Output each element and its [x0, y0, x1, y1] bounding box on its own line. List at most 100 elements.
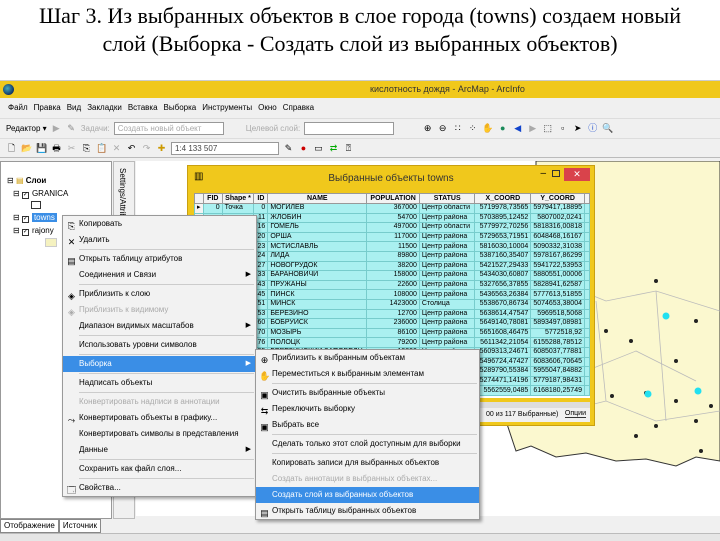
menu-item[interactable]: Выборка ▶	[63, 356, 256, 372]
full-extent-icon[interactable]: ●	[497, 123, 508, 134]
column-header[interactable]: Y_COORD	[530, 193, 585, 204]
column-header[interactable]: POPULATION	[366, 193, 420, 204]
menu-item[interactable]: 🗔 Свойства...	[63, 480, 256, 496]
sketch-tool-icon[interactable]: ✎	[66, 123, 77, 134]
options-button[interactable]: Опции	[564, 410, 586, 418]
zoom-out-icon[interactable]: ⊖	[437, 123, 448, 134]
menu-item[interactable]: Сделать только этот слой доступным для в…	[256, 436, 479, 452]
toc-layer-towns[interactable]: ⊟ ✓ towns	[13, 213, 57, 223]
menu-item[interactable]: ▤ Открыть таблицу выбранных объектов	[256, 503, 479, 519]
menu-separator	[79, 373, 254, 374]
menu-item[interactable]: ⎘ Копировать	[63, 216, 256, 232]
menu-item[interactable]: Надписать объекты	[63, 375, 256, 391]
column-header[interactable]: FID	[203, 193, 223, 204]
copy-icon[interactable]: ⎘	[81, 143, 92, 154]
menu-item[interactable]: Диапазон видимых масштабов ▶	[63, 318, 256, 334]
open-icon[interactable]: 📂	[21, 143, 32, 154]
tab-display[interactable]: Отображение	[0, 519, 59, 533]
menu-item[interactable]: ▣ Выбрать все	[256, 417, 479, 433]
menu-6[interactable]: Инструменты	[202, 101, 252, 115]
menu-item[interactable]: ◈ Приблизить к видимому	[63, 302, 256, 318]
column-header[interactable]: X_COORD	[474, 193, 532, 204]
select-elements-icon[interactable]: ➤	[572, 123, 583, 134]
toc-layer-rajony[interactable]: ⊟ ✓ rajony	[13, 226, 54, 236]
menu-item[interactable]: Конвертировать символы в представления	[63, 426, 256, 442]
menu-item[interactable]: Копировать записи для выбранных объектов	[256, 455, 479, 471]
menu-item[interactable]: Создать слой из выбранных объектов	[256, 487, 479, 503]
menu-3[interactable]: Закладки	[87, 101, 122, 115]
add-data-icon[interactable]: ✚	[156, 143, 167, 154]
menu-7[interactable]: Окно	[258, 101, 277, 115]
print-icon[interactable]: 🖶	[51, 143, 62, 154]
menu-item[interactable]: ◈ Приблизить к слою	[63, 286, 256, 302]
column-header[interactable]: ID	[253, 193, 269, 204]
layer-checkbox[interactable]: ✓	[21, 192, 29, 199]
menu-item[interactable]: ▣ Очистить выбранные объекты	[256, 385, 479, 401]
menu-item[interactable]: ✋ Переместиться к выбранным элементам	[256, 366, 479, 382]
layer-checkbox[interactable]: ✓	[21, 216, 29, 223]
menu-0[interactable]: Файл	[8, 101, 28, 115]
row-selector[interactable]: ▸	[194, 203, 205, 214]
table-cell: МОЗЫРЬ	[267, 327, 368, 339]
column-header[interactable]: NAME	[267, 193, 368, 204]
tab-source[interactable]: Источник	[58, 519, 102, 533]
menu-1[interactable]: Правка	[34, 101, 61, 115]
toc-root[interactable]: ⊟ ▤ Слои	[7, 176, 46, 185]
menu-item[interactable]: ⤳ Конвертировать объекты в графику...	[63, 410, 256, 426]
menu-item[interactable]: Использовать уровни символов	[63, 337, 256, 353]
identify-icon[interactable]: ⓘ	[587, 123, 598, 134]
model-builder-icon[interactable]: ⇄	[328, 143, 339, 154]
scale-dropdown[interactable]: 1:4 133 507	[171, 141, 279, 155]
back-icon[interactable]: ◀	[512, 123, 523, 134]
editor-menu-button[interactable]: Редактор ▾	[6, 124, 47, 133]
select-features-icon[interactable]: ⬚	[542, 123, 553, 134]
menu-item[interactable]: ⇆ Переключить выборку	[256, 401, 479, 417]
find-icon[interactable]: 🔍	[602, 123, 613, 134]
pan-icon[interactable]: ✋	[482, 123, 493, 134]
menu-item[interactable]: Сохранить как файл слоя...	[63, 461, 256, 477]
fixed-zoom-out-icon[interactable]: ⁘	[467, 123, 478, 134]
whats-this-icon[interactable]: ⍰	[343, 143, 354, 154]
table-row[interactable]: ▸ 0 Точка 0 МОГИЛЕВ 367000 Центр области 571997…	[194, 203, 590, 214]
minimize-button[interactable]: –	[540, 168, 546, 179]
menu-item[interactable]: Данные ▶	[63, 442, 256, 458]
table-cell: 5880551,00006	[530, 270, 585, 281]
menu-item[interactable]: ▤ Открыть таблицу атрибутов	[63, 251, 256, 267]
toc-layer-granica[interactable]: ⊟ ✓ GRANICA	[13, 189, 68, 199]
command-line-icon[interactable]: ▭	[313, 143, 324, 154]
clear-selected-icon[interactable]: ▫	[557, 123, 568, 134]
target-dropdown[interactable]	[304, 122, 395, 135]
task-dropdown[interactable]: Создать новый объект	[113, 122, 224, 135]
new-icon[interactable]: 🗋	[6, 143, 17, 154]
column-header[interactable]: STATUS	[418, 193, 476, 204]
menu-item[interactable]: Соединения и Связи ▶	[63, 267, 256, 283]
edit-tool-icon[interactable]: ▶	[51, 123, 62, 134]
fixed-zoom-in-icon[interactable]: ∷	[452, 123, 463, 134]
forward-icon[interactable]: ▶	[527, 123, 538, 134]
undo-icon[interactable]: ↶	[126, 143, 137, 154]
save-icon[interactable]: 💾	[36, 143, 47, 154]
menu-item[interactable]: ⊕ Приблизить к выбранным объектам	[256, 350, 479, 366]
menu-4[interactable]: Вставка	[128, 101, 158, 115]
table-cell: 158000	[366, 270, 420, 281]
cut-icon[interactable]: ✂	[66, 143, 77, 154]
menu-2[interactable]: Вид	[67, 101, 81, 115]
menu-item[interactable]: Конвертировать надписи в аннотации	[63, 394, 256, 410]
zoom-in-icon[interactable]: ⊕	[422, 123, 433, 134]
table-cell: 1423000	[366, 298, 420, 310]
delete-icon[interactable]: ✕	[111, 143, 122, 154]
menu-item[interactable]: Создать аннотации в выбранных объектах..…	[256, 471, 479, 487]
editor-toolbar-icon[interactable]: ✎	[283, 143, 294, 154]
layer-checkbox[interactable]: ✓	[21, 229, 29, 236]
maximize-button[interactable]	[552, 170, 560, 177]
town-point	[654, 424, 658, 428]
paste-icon[interactable]: 📋	[96, 143, 107, 154]
menu-item[interactable]: ✕ Удалить	[63, 232, 256, 248]
menu-5[interactable]: Выборка	[164, 101, 197, 115]
attribute-table-titlebar[interactable]: ▥ Выбранные объекты towns – ✕	[188, 166, 594, 189]
redo-icon[interactable]: ↷	[141, 143, 152, 154]
arctoolbox-icon[interactable]: ●	[298, 143, 309, 154]
menu-8[interactable]: Справка	[283, 101, 314, 115]
close-button[interactable]: ✕	[564, 168, 590, 181]
column-header[interactable]: Shape *	[221, 193, 255, 204]
